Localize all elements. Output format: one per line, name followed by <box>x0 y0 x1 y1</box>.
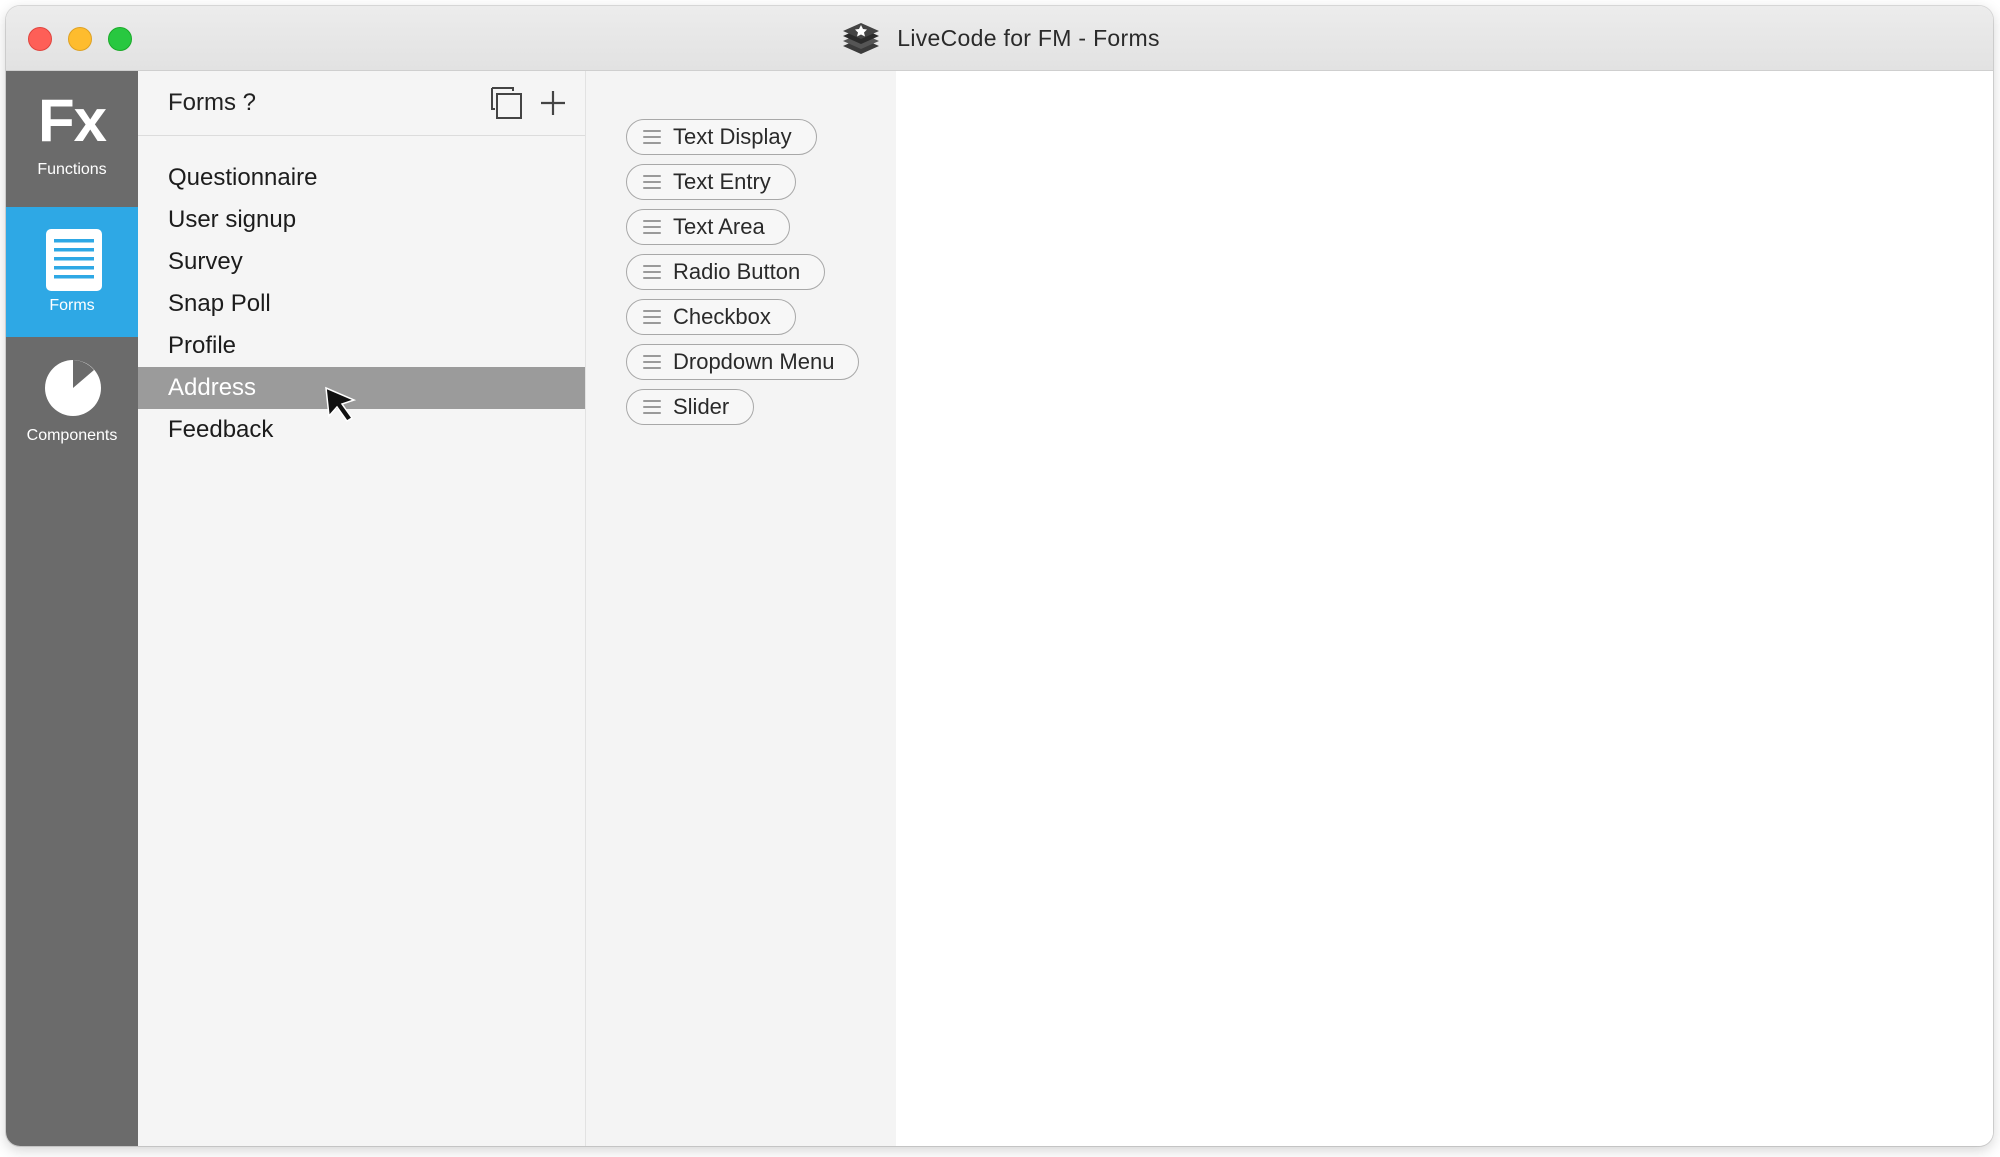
component-chip-text-area[interactable]: Text Area <box>626 209 790 245</box>
document-icon <box>46 229 102 291</box>
chip-label: Text Entry <box>673 169 771 194</box>
app-window: LiveCode for FM - Forms Fx Functions For… <box>6 6 1993 1146</box>
chip-label: Checkbox <box>673 304 771 329</box>
form-list-item[interactable]: User signup <box>138 199 585 241</box>
drag-handle-icon <box>643 400 661 414</box>
drag-handle-icon <box>643 310 661 324</box>
drag-handle-icon <box>643 265 661 279</box>
drag-handle-icon <box>643 175 661 189</box>
form-list-item[interactable]: Snap Poll <box>138 283 585 325</box>
form-list-item[interactable]: Profile <box>138 325 585 367</box>
rail-item-functions[interactable]: Fx Functions <box>6 71 138 201</box>
form-design-canvas[interactable] <box>896 71 1993 1146</box>
chip-label: Dropdown Menu <box>673 349 835 374</box>
component-chip-text-display[interactable]: Text Display <box>626 119 817 155</box>
forms-list-panel: Forms ? Questionnaire User signup Survey… <box>138 71 586 1146</box>
component-chip-dropdown-menu[interactable]: Dropdown Menu <box>626 344 860 380</box>
left-nav-rail: Fx Functions Forms Components <box>6 71 138 1146</box>
drag-handle-icon <box>643 220 661 234</box>
fx-icon: Fx <box>37 87 107 154</box>
rail-label-components: Components <box>26 427 118 444</box>
form-list-item[interactable]: Questionnaire <box>138 157 585 199</box>
chip-label: Radio Button <box>673 259 801 284</box>
rail-item-forms[interactable]: Forms <box>6 207 138 337</box>
chip-label: Text Area <box>673 214 765 239</box>
duplicate-form-icon[interactable] <box>489 85 525 121</box>
form-list-item[interactable]: Survey <box>138 241 585 283</box>
forms-header-title[interactable]: Forms ? <box>168 89 256 117</box>
forms-list: Questionnaire User signup Survey Snap Po… <box>138 157 585 451</box>
chip-label: Slider <box>673 394 730 419</box>
add-form-icon[interactable] <box>535 85 571 121</box>
rail-item-components[interactable]: Components <box>6 337 138 467</box>
component-chip-radio-button[interactable]: Radio Button <box>626 254 826 290</box>
component-chip-text-entry[interactable]: Text Entry <box>626 164 796 200</box>
form-list-item-selected[interactable]: Address <box>138 367 585 409</box>
components-palette: Text Display Text Entry Text Area Radio … <box>586 71 896 1146</box>
livecode-app-icon <box>843 23 880 54</box>
form-list-item[interactable]: Feedback <box>138 409 585 451</box>
rail-label-functions: Functions <box>37 161 107 178</box>
rail-label-forms: Forms <box>49 297 95 314</box>
pie-icon <box>45 360 101 416</box>
component-chip-slider[interactable]: Slider <box>626 389 755 425</box>
title-bar: LiveCode for FM - Forms <box>6 6 1993 71</box>
forms-list-header: Forms ? <box>138 71 585 136</box>
drag-handle-icon <box>643 355 661 369</box>
title-group: LiveCode for FM - Forms <box>6 6 1993 70</box>
component-chip-checkbox[interactable]: Checkbox <box>626 299 796 335</box>
drag-handle-icon <box>643 130 661 144</box>
chip-label: Text Display <box>673 124 792 149</box>
window-title: LiveCode for FM - Forms <box>897 24 1160 51</box>
